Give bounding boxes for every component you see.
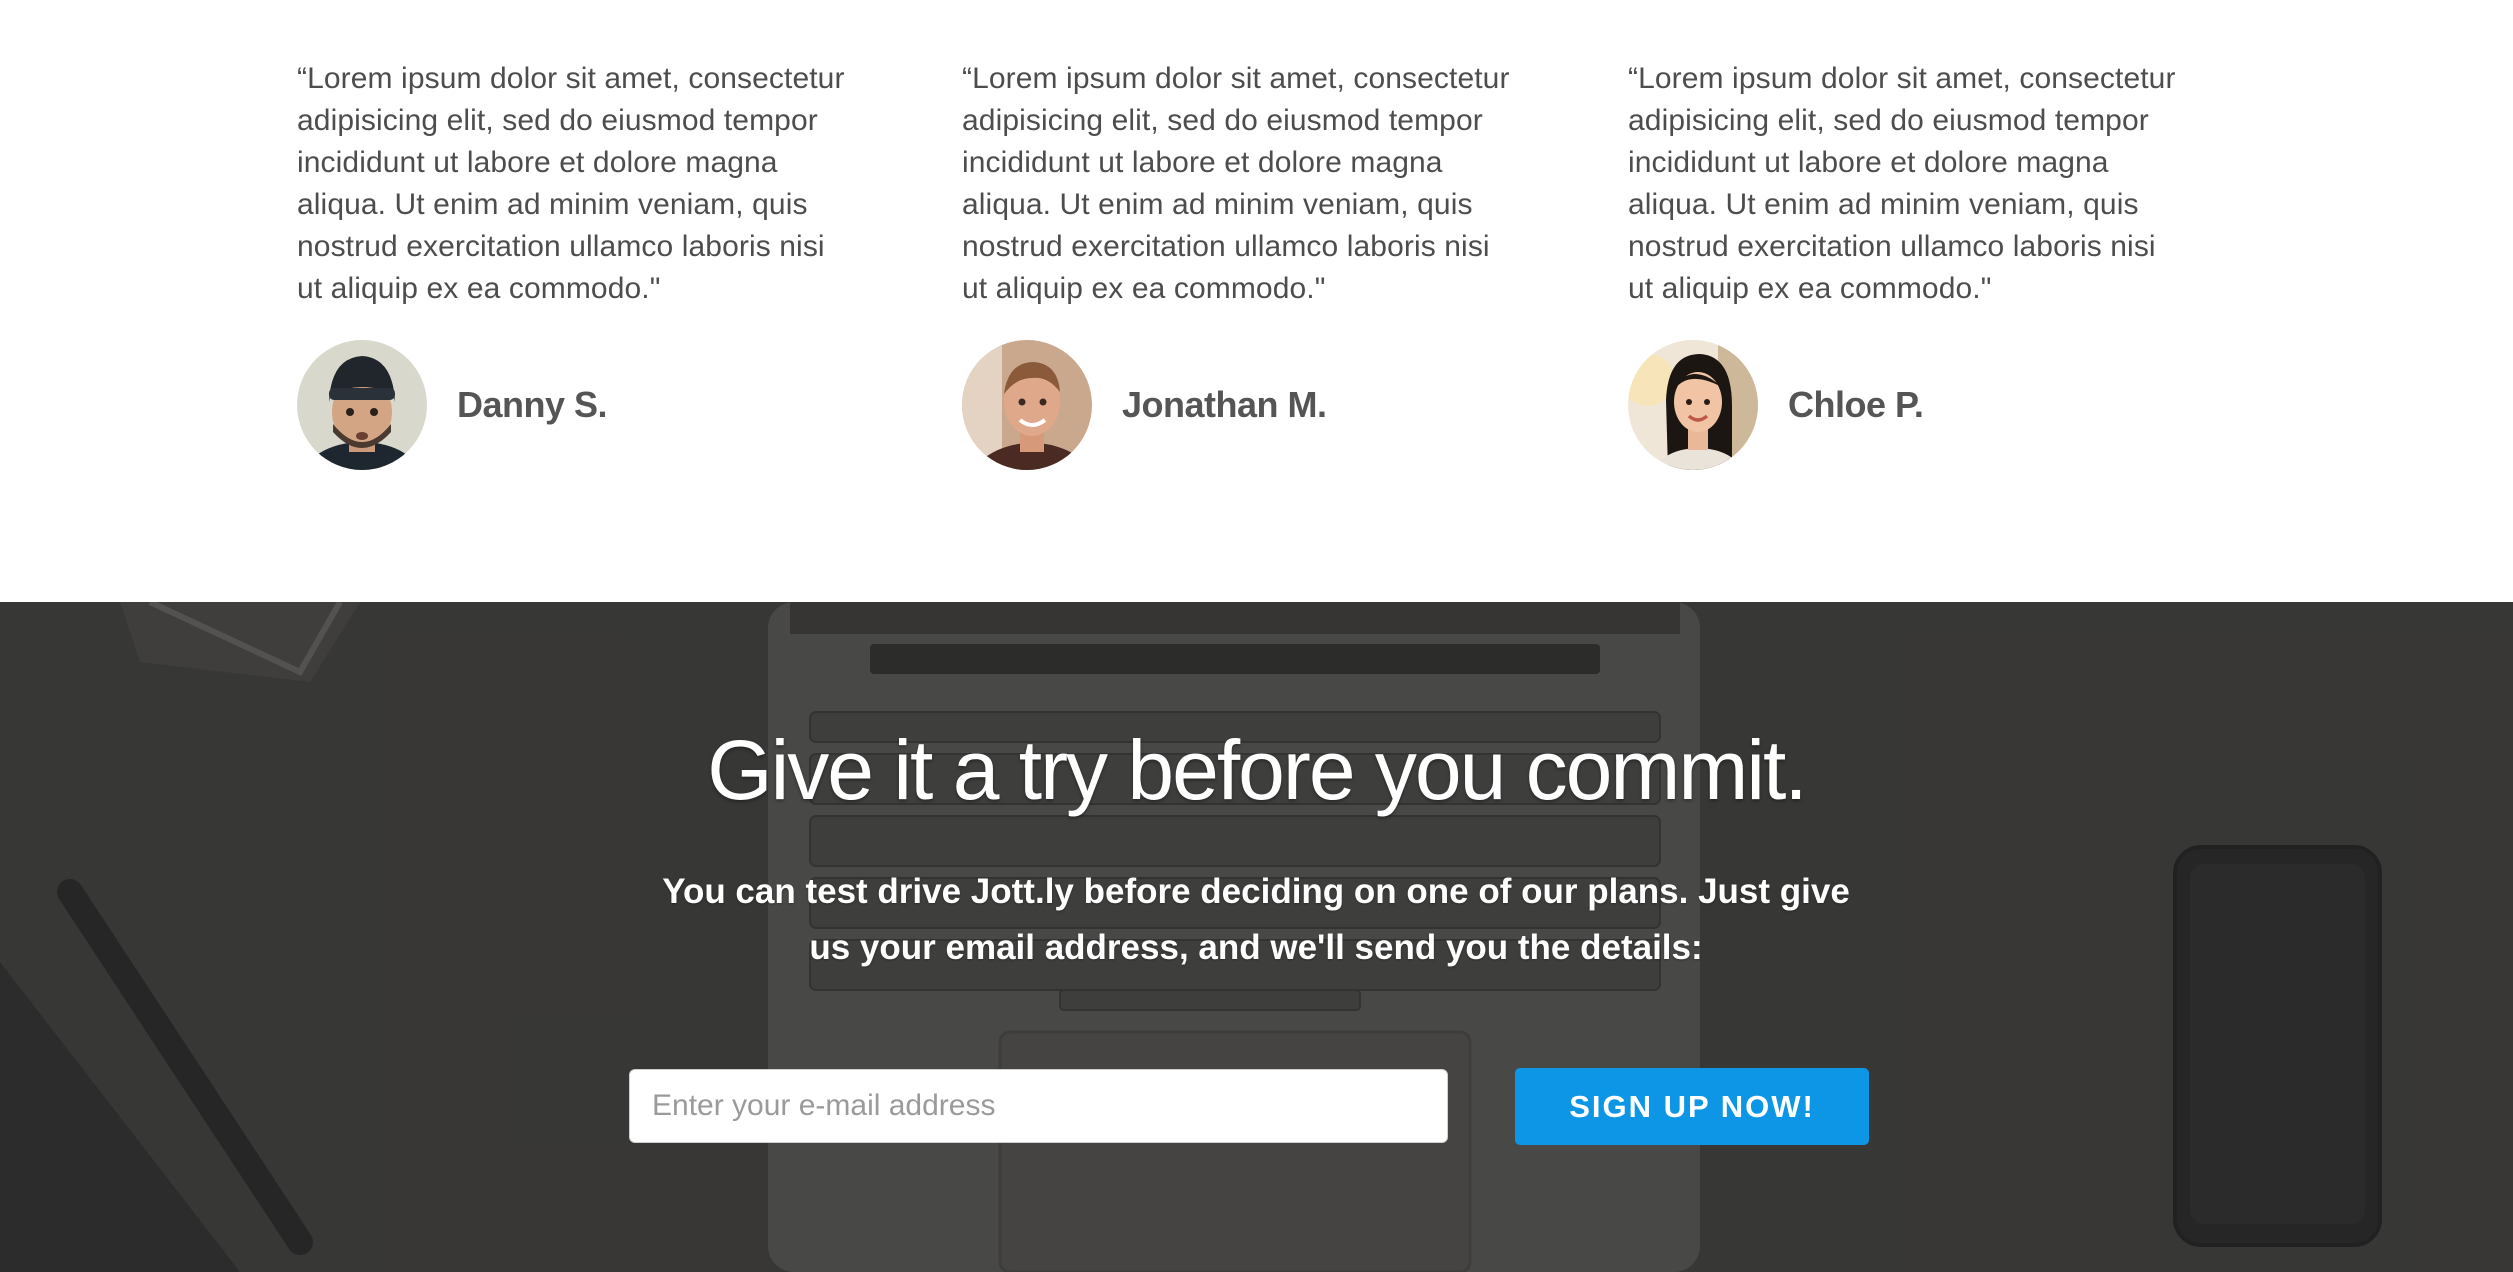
author-name: Danny S. [457,384,608,425]
testimonial-card: “Lorem ipsum dolor sit amet, consectetur… [297,58,857,470]
danny-avatar [297,340,427,470]
chloe-avatar [1628,340,1758,470]
testimonial-quote: “Lorem ipsum dolor sit amet, consectetur… [962,62,1510,305]
testimonial-author: Chloe P. [1628,340,1924,470]
testimonial-author: Jonathan M. [962,340,1327,470]
author-name: Jonathan M. [1122,384,1327,425]
testimonial-card: “Lorem ipsum dolor sit amet, consectetur… [962,58,1522,470]
testimonial-quote: “Lorem ipsum dolor sit amet, consectetur… [1628,62,2176,305]
testimonial-author: Danny S. [297,340,608,470]
email-input[interactable] [629,1069,1448,1143]
testimonials-section: “Lorem ipsum dolor sit amet, consectetur… [0,0,2513,602]
sign-up-button[interactable]: SIGN UP NOW! [1515,1068,1869,1145]
testimonial-quote: “Lorem ipsum dolor sit amet, consectetur… [297,62,845,305]
testimonial-card: “Lorem ipsum dolor sit amet, consectetur… [1628,58,2188,470]
author-name: Chloe P. [1788,384,1924,425]
cta-subtitle: You can test drive Jott.ly before decidi… [662,872,1850,967]
jonathan-avatar [962,340,1092,470]
signup-cta-section: Give it a try before you commit. You can… [0,602,2513,1272]
cta-title: Give it a try before you commit. [707,723,1807,817]
